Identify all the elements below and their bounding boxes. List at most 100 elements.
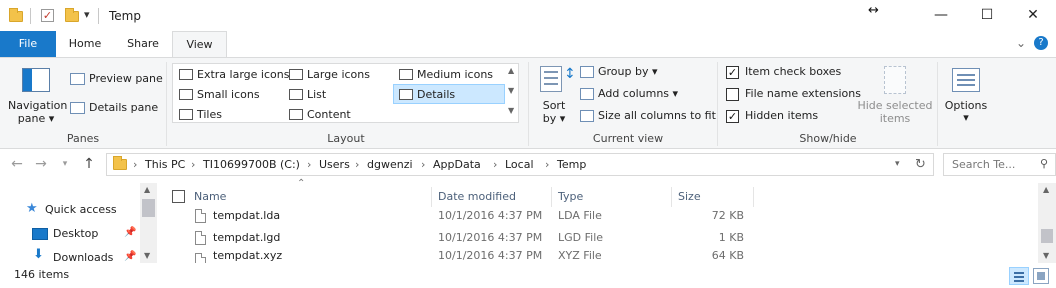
breadcrumb-temp[interactable]: Temp: [557, 154, 586, 175]
pin-icon[interactable]: 📌: [124, 227, 136, 238]
panes-group-label: Panes: [66, 132, 100, 145]
content-option[interactable]: Content: [307, 108, 351, 121]
column-header-size[interactable]: Size: [678, 187, 701, 207]
divider: [717, 62, 718, 146]
scroll-down-icon[interactable]: ▼: [144, 251, 150, 260]
extra-large-icons-option[interactable]: Extra large icons: [197, 68, 289, 81]
divider: [937, 62, 938, 146]
navigation-pane-dropdown[interactable]: pane ▾: [8, 112, 64, 125]
scroll-down-icon[interactable]: ▼: [1043, 251, 1049, 260]
forward-icon[interactable]: →: [30, 153, 52, 176]
breadcrumb-drive[interactable]: TI10699700B (C:): [203, 154, 300, 175]
close-button[interactable]: ✕: [1010, 0, 1056, 31]
divider: [431, 187, 432, 207]
list-option[interactable]: List: [307, 88, 326, 101]
collapse-ribbon-icon[interactable]: ⌄: [1016, 36, 1026, 50]
nav-scrollbar[interactable]: ▲ ▼: [140, 183, 157, 263]
breadcrumb-users[interactable]: Users: [319, 154, 350, 175]
details-view-button[interactable]: [1009, 267, 1029, 285]
tab-view[interactable]: View: [172, 31, 227, 58]
file-name[interactable]: tempdat.xyz: [213, 249, 282, 263]
table-row[interactable]: tempdat.lgd 10/1/2016 4:37 PM LGD File 1…: [157, 227, 1037, 249]
column-header-name[interactable]: Name: [194, 187, 226, 207]
new-folder-icon[interactable]: [65, 8, 79, 22]
address-dropdown-icon[interactable]: ▾: [895, 154, 900, 175]
size-all-columns-button[interactable]: Size all columns to fit: [598, 109, 716, 122]
hidden-items-checkbox[interactable]: ✓: [726, 110, 739, 123]
minimize-button[interactable]: —: [918, 0, 964, 31]
gallery-more-icon[interactable]: ▼: [508, 106, 514, 115]
nav-item-desktop[interactable]: Desktop: [53, 223, 98, 245]
sort-by-button[interactable]: Sort: [540, 99, 568, 112]
divider: [671, 187, 672, 207]
table-row[interactable]: tempdat.lda 10/1/2016 4:37 PM LDA File 7…: [157, 205, 1037, 227]
address-bar[interactable]: › This PC › TI10699700B (C:) › Users › d…: [106, 153, 934, 176]
file-date: 10/1/2016 4:37 PM: [438, 249, 543, 262]
refresh-icon[interactable]: ↻: [915, 154, 926, 175]
pin-icon[interactable]: 📌: [124, 251, 136, 262]
file-name[interactable]: tempdat.lda: [213, 205, 280, 227]
select-all-checkbox[interactable]: [172, 190, 185, 203]
help-icon[interactable]: ?: [1034, 36, 1048, 50]
search-box[interactable]: Search Te... ⚲: [943, 153, 1056, 176]
scroll-up-icon[interactable]: ▲: [1043, 185, 1049, 194]
breadcrumb-separator: ›: [493, 158, 498, 171]
title-bar: ✓ ▾ Temp ↔ — ☐ ✕: [0, 0, 1056, 31]
column-header-date-modified[interactable]: Date modified: [438, 187, 516, 207]
preview-pane-button[interactable]: Preview pane: [89, 72, 163, 85]
file-size: 64 KB: [711, 249, 744, 262]
gallery-scroll-down-icon[interactable]: ▼: [508, 86, 514, 95]
column-header-type[interactable]: Type: [558, 187, 583, 207]
sort-indicator-icon: ⌃: [297, 178, 306, 189]
file-name-extensions-label: File name extensions: [745, 87, 861, 100]
details-option[interactable]: Details: [417, 88, 455, 101]
scroll-up-icon[interactable]: ▲: [144, 185, 150, 194]
navigation-pane-icon[interactable]: [22, 68, 50, 92]
details-pane-icon: [70, 102, 85, 114]
item-check-boxes-checkbox[interactable]: ✓: [726, 66, 739, 79]
tab-home[interactable]: Home: [58, 31, 112, 57]
maximize-button[interactable]: ☐: [964, 0, 1010, 31]
list-icon: [289, 89, 303, 100]
add-columns-button[interactable]: Add columns ▾: [598, 87, 678, 100]
large-icons-option[interactable]: Large icons: [307, 68, 370, 81]
qat-dropdown-icon[interactable]: ▾: [84, 8, 90, 21]
nav-item-quick-access[interactable]: Quick access: [45, 199, 117, 221]
small-icons-option[interactable]: Small icons: [197, 88, 260, 101]
current-view-group-label: Current view: [592, 132, 664, 145]
properties-icon[interactable]: ✓: [41, 9, 54, 22]
up-icon[interactable]: ↑: [78, 153, 100, 176]
sort-by-dropdown[interactable]: by ▾: [540, 112, 568, 125]
breadcrumb-local[interactable]: Local: [505, 154, 534, 175]
recent-locations-icon[interactable]: ▾: [54, 153, 76, 176]
breadcrumb-separator: ›: [421, 158, 426, 171]
scroll-thumb[interactable]: [1041, 229, 1053, 243]
tiles-option[interactable]: Tiles: [197, 108, 222, 121]
search-icon[interactable]: ⚲: [1040, 157, 1048, 170]
scroll-thumb[interactable]: [142, 199, 155, 217]
breadcrumb-this-pc[interactable]: This PC: [145, 154, 185, 175]
gallery-scroll-up-icon[interactable]: ▲: [508, 66, 514, 75]
status-bar: 146 items: [0, 264, 1056, 288]
tab-share[interactable]: Share: [116, 31, 170, 57]
tab-file[interactable]: File: [0, 31, 56, 57]
hide-selected-items-button[interactable]: Hide selected: [856, 99, 934, 112]
file-name-extensions-checkbox[interactable]: [726, 88, 739, 101]
hidden-items-label: Hidden items: [745, 109, 819, 122]
group-by-button[interactable]: Group by ▾: [598, 65, 658, 78]
back-icon[interactable]: ←: [6, 153, 28, 176]
layout-group-label: Layout: [327, 132, 365, 145]
table-row[interactable]: tempdat.xyz 10/1/2016 4:37 PM XYZ File 6…: [157, 249, 1037, 263]
file-list-scrollbar[interactable]: ▲ ▼: [1038, 183, 1056, 263]
navigation-pane-button[interactable]: Navigation: [8, 99, 67, 112]
options-icon: [952, 68, 980, 92]
breadcrumb-dgwenzi[interactable]: dgwenzi: [367, 154, 413, 175]
details-pane-button[interactable]: Details pane: [89, 101, 158, 114]
options-dropdown-icon[interactable]: ▾: [940, 111, 992, 124]
search-input[interactable]: Search Te...: [952, 154, 1015, 175]
file-name[interactable]: tempdat.lgd: [213, 227, 280, 249]
breadcrumb-separator: ›: [307, 158, 312, 171]
breadcrumb-appdata[interactable]: AppData: [433, 154, 481, 175]
large-icons-view-button[interactable]: [1033, 268, 1049, 284]
medium-icons-option[interactable]: Medium icons: [417, 68, 493, 81]
